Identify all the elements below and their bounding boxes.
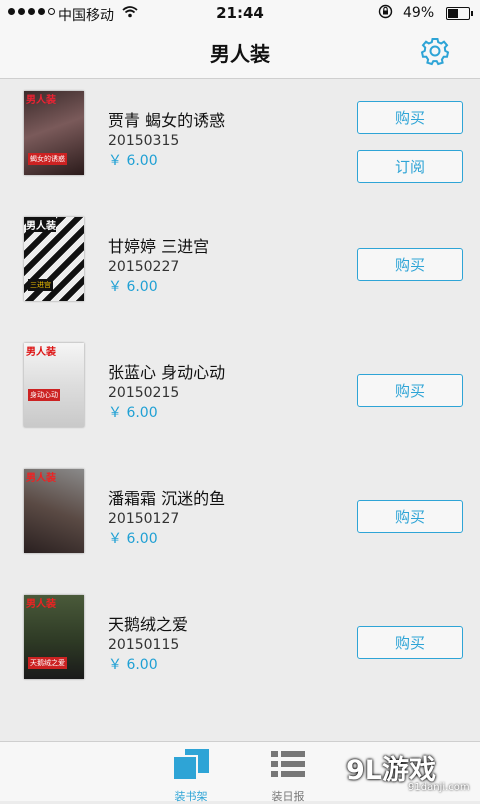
- issue-date: 20150215: [108, 385, 180, 401]
- issue-price: ￥ 6.00: [108, 405, 158, 421]
- list-item: 男人装 天鹅绒之爱 天鹅绒之爱 20150115 ￥ 6.00 购买: [0, 583, 480, 709]
- cover-masthead: 男人装: [26, 217, 56, 232]
- magazine-cover[interactable]: 男人装 身动心动: [24, 343, 84, 427]
- cover-caption: 身动心动: [28, 389, 60, 401]
- issue-price: ￥ 6.00: [108, 531, 158, 547]
- tab-label: 装书架: [174, 790, 208, 803]
- tab-bookshelf[interactable]: 装书架: [159, 748, 223, 804]
- issue-date: 20150127: [108, 511, 180, 527]
- issue-title: 甘婷婷 三进宫: [108, 237, 210, 256]
- cover-caption: 天鹅绒之爱: [28, 657, 67, 669]
- issue-title: 张蓝心 身动心动: [108, 363, 226, 382]
- list-item: 男人装 身动心动 张蓝心 身动心动 20150215 ￥ 6.00 购买: [0, 331, 480, 457]
- settings-button[interactable]: [420, 36, 450, 66]
- list-item: 男人装 蝎女的诱惑 贾青 蝎女的诱惑 20150315 ￥ 6.00 购买 订阅: [0, 79, 480, 205]
- battery-fill: [448, 9, 458, 18]
- issue-date: 20150115: [108, 637, 180, 653]
- battery-percent: 49%: [403, 5, 435, 21]
- subscribe-button[interactable]: 订阅: [357, 150, 463, 183]
- cover-masthead: 男人装: [26, 95, 56, 106]
- status-bar: 中国移动 21:44 49%: [0, 0, 480, 26]
- tab-label: 装日报: [271, 790, 305, 803]
- issue-price: ￥ 6.00: [108, 279, 158, 295]
- buy-button[interactable]: 购买: [357, 500, 463, 533]
- issue-date: 20150227: [108, 259, 180, 275]
- issue-title: 天鹅绒之爱: [108, 615, 189, 634]
- issue-title: 潘霜霜 沉迷的鱼: [108, 489, 226, 508]
- list-item: 男人装 潘霜霜 沉迷的鱼 20150127 ￥ 6.00 购买: [0, 457, 480, 583]
- buy-button[interactable]: 购买: [357, 374, 463, 407]
- page-title: 男人装: [210, 42, 270, 66]
- nav-bar: 男人装: [0, 26, 480, 79]
- cover-caption: [28, 541, 32, 543]
- watermark: 9L游戏 91danji.com: [344, 746, 480, 800]
- rotation-lock-icon: [378, 4, 393, 23]
- magazine-cover[interactable]: 男人装 天鹅绒之爱: [24, 595, 84, 679]
- cover-masthead: 男人装: [26, 599, 56, 610]
- cover-masthead: 男人装: [26, 347, 56, 358]
- magazine-cover[interactable]: 男人装: [24, 469, 84, 553]
- buy-button[interactable]: 购买: [357, 248, 463, 281]
- cover-caption: 三进宫: [28, 279, 53, 291]
- bookshelf-icon: [172, 749, 209, 781]
- watermark-site: 91danji.com: [408, 782, 470, 793]
- buy-button[interactable]: 购买: [357, 101, 463, 134]
- magazine-cover[interactable]: 男人装 三进宫: [24, 217, 84, 301]
- issue-date: 20150315: [108, 133, 180, 149]
- list-icon: [271, 751, 305, 777]
- issue-title: 贾青 蝎女的诱惑: [108, 111, 226, 130]
- cover-caption: 蝎女的诱惑: [28, 153, 67, 165]
- list-item: 男人装 三进宫 甘婷婷 三进宫 20150227 ￥ 6.00 购买: [0, 205, 480, 331]
- gear-icon: [420, 38, 450, 66]
- tab-daily[interactable]: 装日报: [256, 748, 320, 804]
- issue-price: ￥ 6.00: [108, 153, 158, 169]
- battery-icon: [446, 7, 473, 20]
- buy-button[interactable]: 购买: [357, 626, 463, 659]
- issue-price: ￥ 6.00: [108, 657, 158, 673]
- magazine-cover[interactable]: 男人装 蝎女的诱惑: [24, 91, 84, 175]
- issue-list: 男人装 蝎女的诱惑 贾青 蝎女的诱惑 20150315 ￥ 6.00 购买 订阅…: [0, 79, 480, 709]
- cover-masthead: 男人装: [26, 473, 56, 484]
